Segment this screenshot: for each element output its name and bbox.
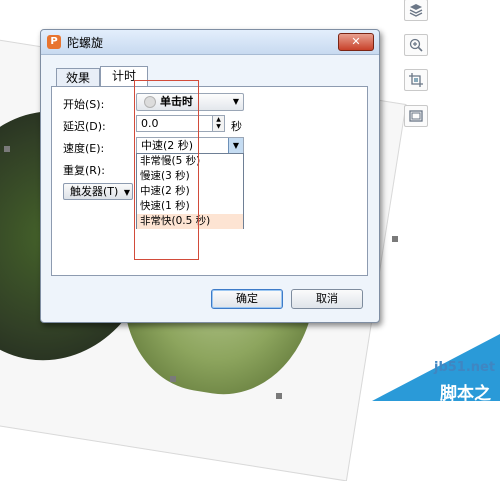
repeat-label: 重复(R): (63, 164, 105, 177)
chevron-down-icon: ▼ (232, 97, 240, 106)
start-label: 开始(S): (63, 98, 105, 111)
site-watermark: jb51.net 脚本之家 (372, 334, 500, 429)
chevron-down-icon: ▼ (123, 188, 130, 197)
resize-handle[interactable] (392, 236, 398, 242)
close-button[interactable]: ✕ (338, 33, 374, 51)
speed-label: 速度(E): (63, 142, 105, 155)
spin-animation-dialog: P 陀螺旋 ✕ 效果 计时 开始(S): 单击时 ▼ 延迟(D): 0.0 ▲ ▼… (40, 29, 380, 323)
chevron-down-icon[interactable]: ▼ (228, 138, 243, 153)
highlight-box (134, 80, 199, 260)
dialog-titlebar[interactable]: P 陀螺旋 ✕ (41, 30, 379, 55)
crop-image-icon[interactable] (404, 69, 428, 91)
watermark-name: 脚本之家 (440, 384, 491, 429)
ok-button[interactable]: 确定 (211, 289, 283, 309)
watermark-site: jb51.net (434, 360, 496, 375)
delay-label: 延迟(D): (63, 120, 106, 133)
tab-effect[interactable]: 效果 (56, 68, 100, 86)
zoom-in-icon[interactable] (404, 34, 428, 56)
trigger-button[interactable]: 触发器(T) ▼ (63, 183, 133, 200)
cancel-button[interactable]: 取消 (291, 289, 363, 309)
resize-handle[interactable] (4, 146, 10, 152)
layers-icon[interactable] (404, 0, 428, 21)
resize-handle[interactable] (276, 393, 282, 399)
resize-handle[interactable] (170, 376, 176, 382)
delay-spinner[interactable]: ▲ ▼ (212, 115, 225, 132)
trigger-button-label: 触发器(T) (70, 185, 119, 198)
delay-unit: 秒 (231, 120, 242, 133)
slide-frame-icon[interactable] (404, 105, 428, 127)
dialog-title: 陀螺旋 (67, 36, 104, 50)
app-logo-icon: P (47, 35, 61, 49)
